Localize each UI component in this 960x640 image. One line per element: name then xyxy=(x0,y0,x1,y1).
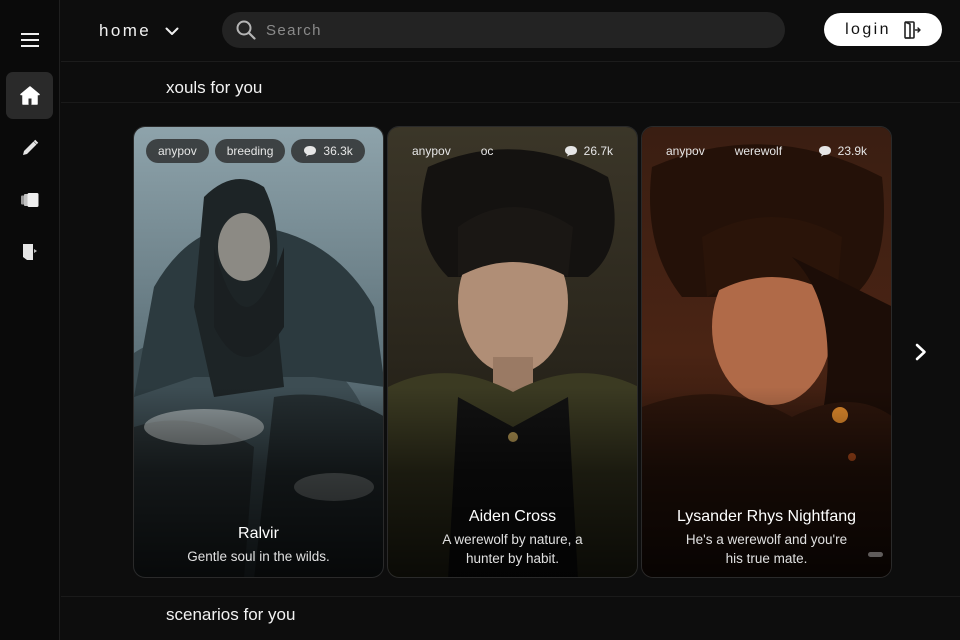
section-title-scenarios: scenarios for you xyxy=(166,605,296,624)
cards-icon xyxy=(20,192,38,207)
card-tags: anypov werewolf 23.9k xyxy=(654,139,879,163)
character-card[interactable]: anypov werewolf 23.9k Lysander Rhys Nigh… xyxy=(641,126,892,578)
tag-chip[interactable]: oc xyxy=(469,139,506,163)
search-input[interactable] xyxy=(266,21,746,39)
character-name: Ralvir xyxy=(238,525,279,542)
character-name: Aiden Cross xyxy=(468,508,557,525)
character-card[interactable]: anypov breeding 36.3k Ralvir Gentle soul… xyxy=(133,126,384,578)
card-tags: anypov breeding 36.3k xyxy=(146,139,371,163)
chevron-down-icon xyxy=(165,27,179,35)
login-button-label: login xyxy=(845,20,891,38)
character-card[interactable]: anypov oc 26.7k Aiden Cross A werewolf b… xyxy=(387,126,638,578)
sidebar-item-library[interactable] xyxy=(6,228,53,275)
tag-chip[interactable]: anypov xyxy=(654,139,717,163)
character-description: Gentle soul in the wilds. xyxy=(187,549,330,564)
section-divider xyxy=(61,596,960,597)
sidebar xyxy=(0,0,60,640)
top-bar: home login xyxy=(61,0,960,62)
chat-count: 36.3k xyxy=(323,144,353,158)
card-tags: anypov oc 26.7k xyxy=(400,139,625,163)
tag-chip[interactable]: anypov xyxy=(146,139,209,163)
sidebar-item-home[interactable] xyxy=(6,72,53,119)
carousel-next-button[interactable] xyxy=(906,337,936,367)
chat-count-badge: 26.7k xyxy=(552,139,625,163)
chat-count-badge: 36.3k xyxy=(291,139,365,163)
chat-bubble-icon xyxy=(564,146,577,157)
chat-bubble-icon xyxy=(818,146,831,157)
chat-bubble-icon xyxy=(304,146,317,157)
pencil-icon xyxy=(22,139,38,155)
menu-button[interactable] xyxy=(6,16,53,63)
login-door-icon xyxy=(904,20,921,39)
search-icon xyxy=(236,20,256,40)
character-description: He's a werewolf and you're his true mate… xyxy=(685,532,848,566)
chat-count-badge: 23.9k xyxy=(806,139,879,163)
section-divider xyxy=(61,102,960,103)
tag-chip[interactable]: breeding xyxy=(214,139,286,163)
home-dropdown-label: home xyxy=(99,21,152,40)
book-icon xyxy=(22,243,37,260)
home-icon xyxy=(19,86,40,105)
description-scroll-indicator[interactable] xyxy=(868,552,883,557)
character-description: A werewolf by nature, a hunter by habit. xyxy=(442,532,583,566)
chat-count: 26.7k xyxy=(583,144,613,158)
tag-chip[interactable]: werewolf xyxy=(723,139,794,163)
sidebar-item-create[interactable] xyxy=(6,124,53,171)
character-name: Lysander Rhys Nightfang xyxy=(676,508,857,525)
home-dropdown[interactable]: home xyxy=(99,18,179,44)
menu-icon xyxy=(20,32,39,47)
chevron-right-icon xyxy=(915,343,926,361)
sidebar-item-cards[interactable] xyxy=(6,176,53,223)
section-title-xouls: xouls for you xyxy=(166,78,263,97)
search-bar[interactable] xyxy=(222,12,785,48)
login-button[interactable]: login xyxy=(824,13,942,46)
tag-chip[interactable]: anypov xyxy=(400,139,463,163)
chat-count: 23.9k xyxy=(837,144,867,158)
